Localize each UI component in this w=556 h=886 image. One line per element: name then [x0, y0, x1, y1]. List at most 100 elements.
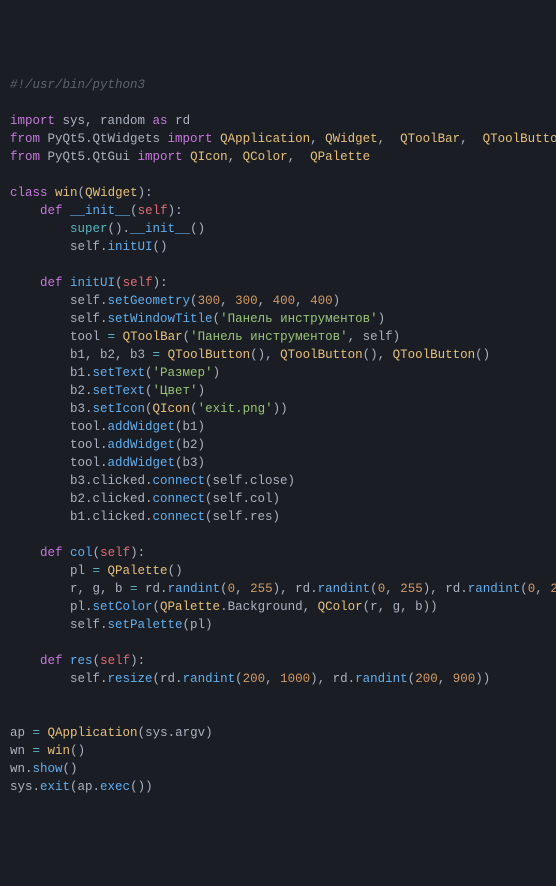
token-pm — [183, 150, 191, 164]
token-cl: QToolBar — [123, 330, 183, 344]
token-fn: exec — [100, 780, 130, 794]
token-pm: ( — [130, 204, 138, 218]
token-fn: setWindowTitle — [108, 312, 213, 326]
token-cl: QToolBar — [400, 132, 460, 146]
token-pm: b2.clicked. — [10, 492, 153, 506]
token-pm: ( — [153, 600, 161, 614]
token-fn: randint — [355, 672, 408, 686]
token-pm: ) — [333, 294, 341, 308]
token-pm: ( — [213, 312, 221, 326]
token-pm: ap — [10, 726, 33, 740]
token-cl: QIcon — [153, 402, 191, 416]
token-pm: ): — [130, 654, 145, 668]
token-fn: randint — [318, 582, 371, 596]
token-pm: (self.close) — [205, 474, 295, 488]
token-pm: , — [460, 132, 483, 146]
token-fn: addWidget — [108, 420, 176, 434]
token-st: 'Панель инструментов' — [190, 330, 348, 344]
code-line: tool.addWidget(b3) — [10, 454, 546, 472]
token-pm: , self) — [348, 330, 401, 344]
token-fn: setColor — [93, 600, 153, 614]
token-cl: win — [48, 744, 71, 758]
token-cl: QColor — [243, 150, 288, 164]
token-pm: b3.clicked. — [10, 474, 153, 488]
code-line: from PyQt5.QtWidgets import QApplication… — [10, 130, 546, 148]
token-fn: initUI — [108, 240, 153, 254]
token-cl: win — [55, 186, 78, 200]
token-st: 'Панель инструментов' — [220, 312, 378, 326]
token-pm: , — [310, 132, 325, 146]
token-fn: col — [70, 546, 93, 560]
token-pm: wn. — [10, 762, 33, 776]
token-cl: QWidget — [325, 132, 378, 146]
token-pm: () — [153, 240, 168, 254]
code-line — [10, 526, 546, 544]
code-line: def col(self): — [10, 544, 546, 562]
code-line: from PyQt5.QtGui import QIcon, QColor, Q… — [10, 148, 546, 166]
token-pm: ( — [93, 546, 101, 560]
token-pm — [63, 654, 71, 668]
token-pm — [10, 204, 40, 218]
token-pm: , — [265, 672, 280, 686]
token-fn: randint — [183, 672, 236, 686]
token-pm: ), rd. — [273, 582, 318, 596]
token-nm: 255 — [400, 582, 423, 596]
token-cl: QToolButton — [483, 132, 556, 146]
token-pm — [10, 222, 70, 236]
token-fn: connect — [153, 474, 206, 488]
token-pm: ( — [145, 402, 153, 416]
token-pm: pl. — [10, 600, 93, 614]
token-pm: ( — [520, 582, 528, 596]
token-fn: __init__ — [130, 222, 190, 236]
token-pm: ) — [378, 312, 386, 326]
token-pm: (). — [108, 222, 131, 236]
token-pm: wn — [10, 744, 33, 758]
token-pm — [100, 564, 108, 578]
token-pm: self. — [10, 672, 108, 686]
token-pm: ( — [145, 366, 153, 380]
token-sf: self — [123, 276, 153, 290]
token-kw: def — [40, 654, 63, 668]
token-fn: setPalette — [108, 618, 183, 632]
code-line: def res(self): — [10, 652, 546, 670]
token-cl: QApplication — [220, 132, 310, 146]
code-line: b2.setText('Цвет') — [10, 382, 546, 400]
token-cm: #!/usr/bin/python3 — [10, 78, 145, 92]
token-nm: 255 — [550, 582, 556, 596]
token-fn: initUI — [70, 276, 115, 290]
code-line: tool.addWidget(b2) — [10, 436, 546, 454]
token-pm: , — [235, 582, 250, 596]
token-pm: ( — [78, 186, 86, 200]
token-pm: pl — [10, 564, 93, 578]
token-sf: self — [138, 204, 168, 218]
token-pm — [10, 276, 40, 290]
token-fn: resize — [108, 672, 153, 686]
token-pm: sys. — [10, 780, 40, 794]
token-pm: , — [385, 582, 400, 596]
token-kw: import — [138, 150, 183, 164]
token-op: = — [93, 564, 101, 578]
token-pm: r, g, b — [10, 582, 130, 596]
token-nm: 200 — [243, 672, 266, 686]
token-op: = — [33, 726, 41, 740]
code-line: r, g, b = rd.randint(0, 255), rd.randint… — [10, 580, 546, 598]
token-kw: import — [10, 114, 55, 128]
token-pm — [40, 726, 48, 740]
token-pm: tool — [10, 330, 108, 344]
token-pm: ), rd. — [423, 582, 468, 596]
token-op: = — [130, 582, 138, 596]
token-pm: ()) — [130, 780, 153, 794]
token-kw: class — [10, 186, 48, 200]
code-line: b2.clicked.connect(self.col) — [10, 490, 546, 508]
token-pm: , — [258, 294, 273, 308]
token-fn: randint — [468, 582, 521, 596]
token-pm: self. — [10, 618, 108, 632]
token-pm: ( — [235, 672, 243, 686]
code-line: self.initUI() — [10, 238, 546, 256]
token-pm — [213, 132, 221, 146]
token-sf: self — [100, 654, 130, 668]
token-pm: ( — [370, 582, 378, 596]
code-line: b3.setIcon(QIcon('exit.png')) — [10, 400, 546, 418]
token-cl: QPalette — [108, 564, 168, 578]
token-pm: b3. — [10, 402, 93, 416]
